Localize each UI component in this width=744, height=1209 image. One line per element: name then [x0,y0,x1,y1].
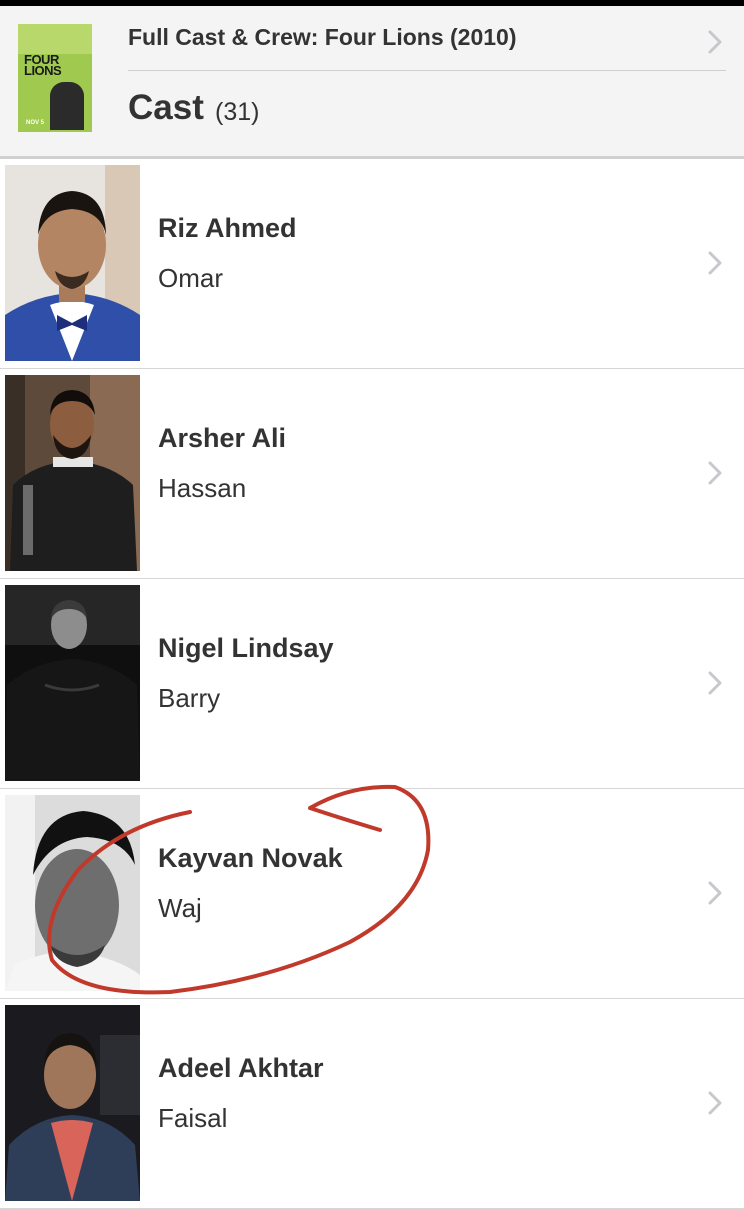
actor-name: Arsher Ali [158,423,287,453]
chevron-right-icon [708,1091,722,1115]
character-name: Faisal [158,1103,228,1133]
character-name: Hassan [158,473,247,503]
chevron-right-icon [708,881,722,905]
character-name: Waj [158,893,202,923]
actor-name: Riz Ahmed [158,213,297,243]
actor-name: Kayvan Novak [158,843,343,873]
chevron-right-icon [708,461,722,485]
actor-photo [5,795,140,991]
cast-count: (31) [215,98,260,126]
cast-row[interactable]: Arsher Ali Hassan [0,369,744,579]
movie-poster[interactable]: FOUR LIONS NOV 5 [18,24,92,132]
actor-photo [5,165,140,361]
page-header: FOUR LIONS NOV 5 Full Cast & Crew: Four … [0,6,744,159]
chevron-right-icon [708,30,722,54]
cast-row[interactable]: Nigel Lindsay Barry [0,579,744,789]
chevron-right-icon [708,671,722,695]
poster-top-band [18,24,92,54]
chevron-right-icon [708,251,722,275]
poster-title-text: FOUR LIONS [24,52,62,78]
actor-photo [5,375,140,571]
cast-row[interactable]: Adeel Akhtar Faisal [0,999,744,1209]
actor-photo [5,585,140,781]
breadcrumb[interactable]: Full Cast & Crew: Four Lions (2010) [128,24,688,51]
character-name: Omar [158,263,223,293]
poster-date-text: NOV 5 [26,120,45,126]
cast-row[interactable]: Riz Ahmed Omar [0,159,744,369]
cast-list: Riz Ahmed Omar Arsher Ali Hassan Nigel L… [0,159,744,1209]
header-divider [128,70,726,71]
actor-name: Adeel Akhtar [158,1053,324,1083]
poster-figure [50,82,84,130]
page-title: Cast [128,88,204,127]
cast-row[interactable]: Kayvan Novak Waj [0,789,744,999]
actor-photo [5,1005,140,1201]
actor-name: Nigel Lindsay [158,633,334,663]
character-name: Barry [158,683,221,713]
